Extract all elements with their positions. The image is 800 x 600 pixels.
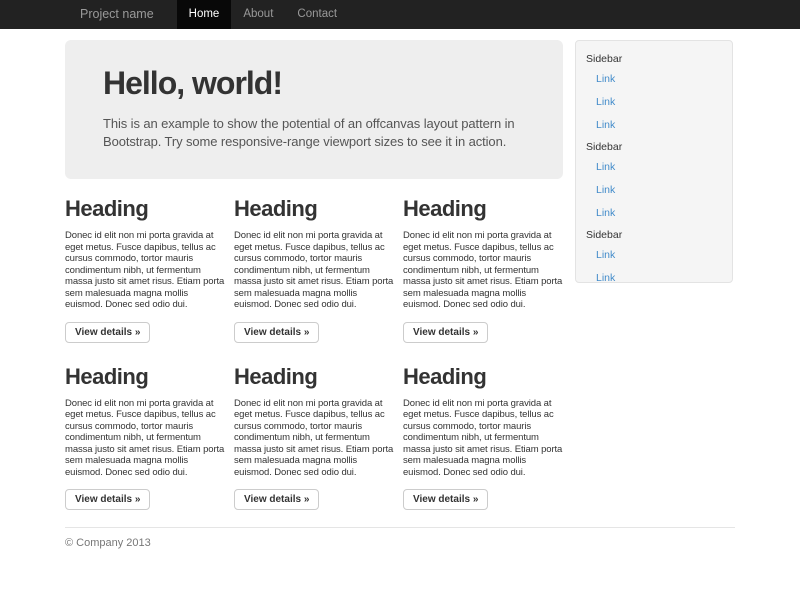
view-details-button[interactable]: View details » bbox=[403, 322, 488, 343]
page-title: Hello, world! bbox=[103, 65, 525, 102]
main-content: Hello, world! This is an example to show… bbox=[65, 40, 563, 514]
sidebar-link[interactable]: Link bbox=[586, 156, 722, 179]
card: Heading Donec id elit non mi porta gravi… bbox=[403, 179, 563, 347]
card-heading: Heading bbox=[234, 196, 394, 222]
nav-item-home[interactable]: Home bbox=[177, 0, 232, 29]
jumbotron-description: This is an example to show the potential… bbox=[103, 115, 525, 150]
card: Heading Donec id elit non mi porta gravi… bbox=[65, 347, 225, 515]
page-footer: © Company 2013 bbox=[65, 527, 735, 561]
sidebar-group-header: Sidebar bbox=[586, 225, 722, 244]
card: Heading Donec id elit non mi porta gravi… bbox=[234, 347, 394, 515]
view-details-button[interactable]: View details » bbox=[65, 489, 150, 510]
sidebar-link[interactable]: Link bbox=[586, 267, 722, 283]
sidebar-link[interactable]: Link bbox=[586, 91, 722, 114]
sidebar: Sidebar Link Link Link Sidebar Link Link… bbox=[575, 40, 733, 283]
top-navbar: Project name Home About Contact bbox=[0, 0, 800, 29]
view-details-button[interactable]: View details » bbox=[234, 489, 319, 510]
card-body-text: Donec id elit non mi porta gravida at eg… bbox=[65, 230, 225, 311]
sidebar-group-header: Sidebar bbox=[586, 49, 722, 68]
sidebar-group-header: Sidebar bbox=[586, 137, 722, 156]
jumbotron: Hello, world! This is an example to show… bbox=[65, 40, 563, 179]
nav-item-about[interactable]: About bbox=[231, 0, 285, 29]
navbar-menu: Home About Contact bbox=[177, 0, 349, 29]
card-body-text: Donec id elit non mi porta gravida at eg… bbox=[234, 230, 394, 311]
cards-row-1: Heading Donec id elit non mi porta gravi… bbox=[65, 179, 563, 347]
copyright-text: © Company 2013 bbox=[65, 537, 735, 549]
sidebar-link[interactable]: Link bbox=[586, 114, 722, 137]
sidebar-link[interactable]: Link bbox=[586, 179, 722, 202]
card: Heading Donec id elit non mi porta gravi… bbox=[234, 179, 394, 347]
nav-item-contact[interactable]: Contact bbox=[285, 0, 349, 29]
card-body-text: Donec id elit non mi porta gravida at eg… bbox=[65, 398, 225, 479]
sidebar-link[interactable]: Link bbox=[586, 244, 722, 267]
card-heading: Heading bbox=[403, 196, 563, 222]
card-heading: Heading bbox=[234, 364, 394, 390]
card: Heading Donec id elit non mi porta gravi… bbox=[65, 179, 225, 347]
card: Heading Donec id elit non mi porta gravi… bbox=[403, 347, 563, 515]
card-heading: Heading bbox=[403, 364, 563, 390]
card-heading: Heading bbox=[65, 196, 225, 222]
cards-row-2: Heading Donec id elit non mi porta gravi… bbox=[65, 347, 563, 515]
card-body-text: Donec id elit non mi porta gravida at eg… bbox=[234, 398, 394, 479]
card-heading: Heading bbox=[65, 364, 225, 390]
sidebar-link[interactable]: Link bbox=[586, 202, 722, 225]
view-details-button[interactable]: View details » bbox=[234, 322, 319, 343]
sidebar-link[interactable]: Link bbox=[586, 68, 722, 91]
view-details-button[interactable]: View details » bbox=[65, 322, 150, 343]
card-body-text: Donec id elit non mi porta gravida at eg… bbox=[403, 398, 563, 479]
page-container: Hello, world! This is an example to show… bbox=[65, 40, 735, 561]
view-details-button[interactable]: View details » bbox=[403, 489, 488, 510]
card-body-text: Donec id elit non mi porta gravida at eg… bbox=[403, 230, 563, 311]
brand-link[interactable]: Project name bbox=[65, 0, 169, 29]
